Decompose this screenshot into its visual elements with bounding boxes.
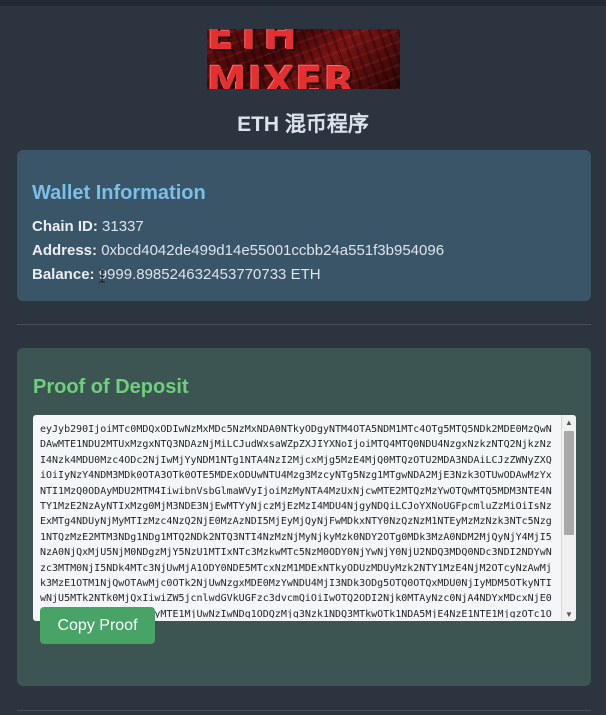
proof-heading: Proof of Deposit	[33, 376, 189, 398]
address-value: 0xbcd4042de499d14e55001ccbb24a551f3b9540…	[101, 242, 445, 259]
top-bar	[0, 0, 606, 6]
balance-row: Balance: 9999.898524632453770733 ETH	[32, 263, 576, 287]
proof-textarea[interactable]: eyJyb290IjoiMTc0MDQxODIwNzMxMDc5NzMxNDA0…	[33, 415, 576, 621]
wallet-heading: Wallet Information	[32, 182, 206, 204]
bottom-divider	[17, 710, 591, 711]
scroll-thumb[interactable]	[564, 431, 574, 535]
address-label: Address:	[32, 242, 98, 259]
scroll-up-arrow-icon[interactable]: ▲	[562, 415, 576, 429]
text-cursor-icon	[99, 269, 105, 283]
section-divider	[17, 324, 591, 325]
eth-mixer-logo: ETH MIXER	[207, 29, 400, 89]
page-title: ETH 混币程序	[237, 113, 369, 136]
chain-id-value: 31337	[102, 218, 144, 235]
copy-proof-button[interactable]: Copy Proof	[40, 607, 155, 644]
balance-label: Balance:	[32, 266, 95, 283]
proof-scrollbar[interactable]: ▲ ▼	[561, 415, 576, 621]
address-row: Address: 0xbcd4042de499d14e55001ccbb24a5…	[32, 239, 576, 263]
logo-text: ETH MIXER	[207, 29, 356, 89]
proof-of-deposit-card: Proof of Deposit eyJyb290IjoiMTc0MDQxODI…	[17, 348, 591, 686]
balance-value: 9999.898524632453770733 ETH	[98, 266, 321, 283]
scroll-down-arrow-icon[interactable]: ▼	[562, 607, 576, 621]
chain-id-row: Chain ID: 31337	[32, 215, 576, 239]
proof-text[interactable]: eyJyb290IjoiMTc0MDQxODIwNzMxMDc5NzMxNDA0…	[40, 422, 556, 618]
chain-id-label: Chain ID:	[32, 218, 98, 235]
